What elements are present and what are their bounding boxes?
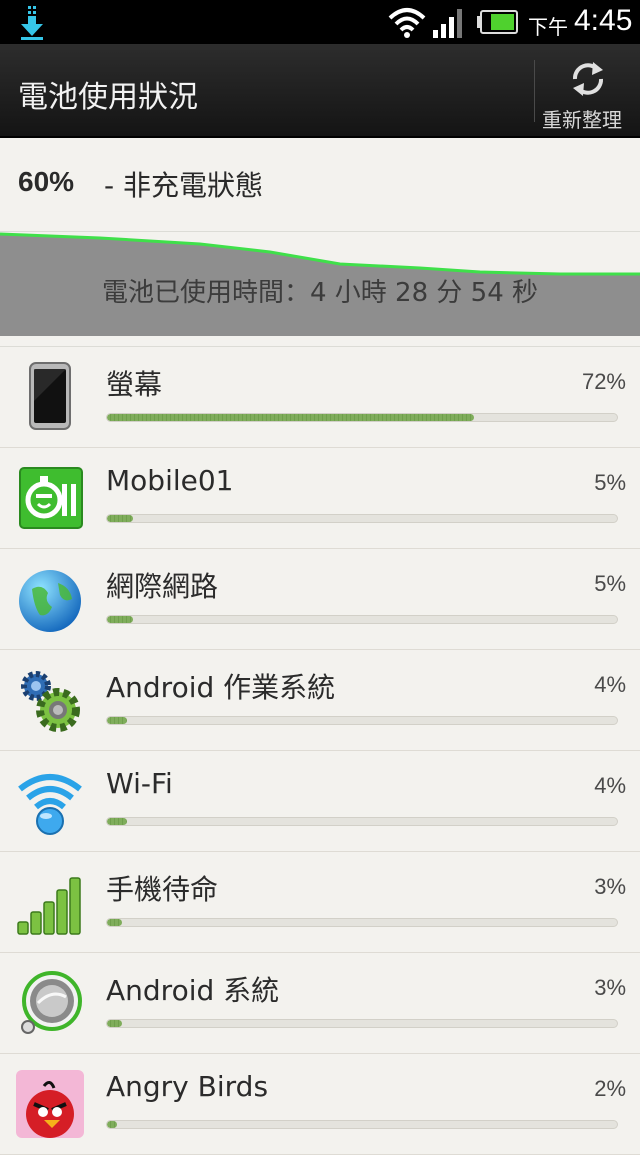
- usage-bar-fill: [107, 1020, 123, 1027]
- phone-screen-icon: [29, 362, 71, 430]
- battery-icon: [477, 10, 518, 34]
- item-name: Android 系統: [106, 974, 280, 1007]
- action-divider: [534, 60, 535, 122]
- list-item[interactable]: Mobile01 5%: [0, 448, 640, 549]
- item-percent: 4%: [594, 773, 626, 798]
- usage-bar: [106, 615, 618, 624]
- usage-bar: [106, 1019, 618, 1028]
- item-percent: 4%: [594, 672, 626, 697]
- list-item[interactable]: 手機待命 3%: [0, 852, 640, 953]
- mobile01-app-icon: [19, 467, 83, 529]
- usage-bar-fill: [107, 414, 475, 421]
- angry-birds-icon: [16, 1070, 84, 1138]
- status-bar: 下午 4:45: [0, 0, 640, 44]
- usage-bar-fill: [107, 515, 133, 522]
- gears-icon: [21, 671, 80, 732]
- item-percent: 5%: [594, 470, 626, 495]
- item-percent: 3%: [594, 975, 626, 1000]
- clock-ampm: 下午: [528, 15, 568, 39]
- battery-percent: 60%: [18, 166, 75, 197]
- usage-bar: [106, 1120, 618, 1129]
- download-icon: [21, 6, 43, 40]
- list-item[interactable]: 螢幕 72%: [0, 347, 640, 448]
- android-system-icon: [21, 971, 82, 1034]
- usage-list: 螢幕 72% Mobile01 5% 網際網路 5% Android 作業系統 …: [0, 346, 640, 1155]
- usage-duration: 電池已使用時間：4 小時 28 分 54 秒: [101, 278, 539, 308]
- refresh-icon: [573, 62, 603, 96]
- usage-bar-fill: [107, 1121, 118, 1128]
- item-name: Mobile01: [106, 464, 234, 497]
- clock-time: 4:45: [574, 4, 633, 37]
- page-title: 電池使用狀況: [18, 80, 198, 115]
- wifi-icon: [18, 774, 82, 835]
- usage-bar-fill: [107, 616, 133, 623]
- list-item[interactable]: 網際網路 5%: [0, 549, 640, 650]
- item-percent: 3%: [594, 874, 626, 899]
- usage-bar-fill: [107, 919, 123, 926]
- item-name: 網際網路: [106, 570, 219, 603]
- signal-icon: [433, 9, 462, 38]
- battery-graph: 電池已使用時間：4 小時 28 分 54 秒: [0, 232, 640, 336]
- usage-bar-fill: [107, 818, 128, 825]
- usage-bar: [106, 413, 618, 422]
- item-name: Wi-Fi: [106, 767, 173, 800]
- list-item[interactable]: Wi-Fi 4%: [0, 751, 640, 852]
- charging-state: - 非充電狀態: [104, 169, 264, 202]
- usage-bar: [106, 918, 618, 927]
- item-name: Angry Birds: [106, 1070, 269, 1103]
- refresh-label: 重新整理: [542, 108, 622, 132]
- list-item[interactable]: Angry Birds 2%: [0, 1054, 640, 1155]
- usage-bar: [106, 716, 618, 725]
- signal-bars-icon: [17, 877, 81, 935]
- usage-bar: [106, 514, 618, 523]
- refresh-button[interactable]: 重新整理: [536, 44, 640, 138]
- wifi-icon: [388, 8, 426, 38]
- item-percent: 72%: [581, 369, 626, 394]
- globe-icon: [19, 570, 81, 632]
- item-name: Android 作業系統: [106, 671, 336, 704]
- battery-summary: 60% - 非充電狀態: [0, 138, 640, 232]
- list-item[interactable]: Android 作業系統 4%: [0, 650, 640, 751]
- usage-bar: [106, 817, 618, 826]
- list-item[interactable]: Android 系統 3%: [0, 953, 640, 1054]
- action-bar: 電池使用狀況 重新整理: [0, 44, 640, 138]
- item-percent: 2%: [594, 1076, 626, 1101]
- usage-bar-fill: [107, 717, 128, 724]
- item-percent: 5%: [594, 571, 626, 596]
- item-name: 手機待命: [106, 873, 219, 906]
- item-name: 螢幕: [106, 368, 163, 401]
